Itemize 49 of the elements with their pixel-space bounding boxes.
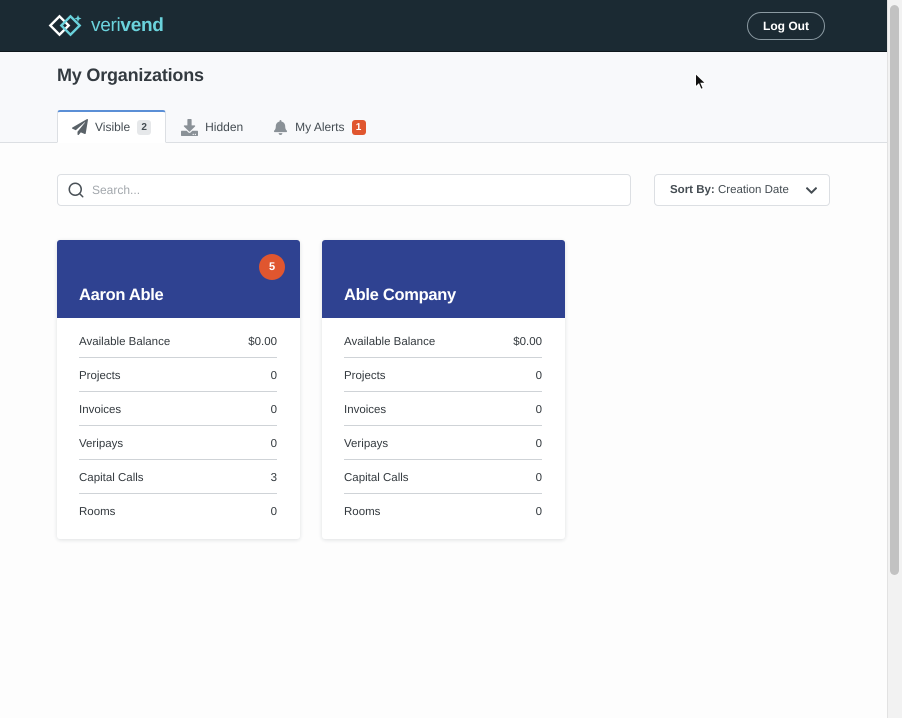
logout-button[interactable]: Log Out xyxy=(747,12,825,40)
organization-card[interactable]: Able Company Available Balance $0.00 Projects 0 Invoices 0 Veripays 0 Capital Calls 0 Rooms 0 xyxy=(322,240,565,539)
stat-value: 0 xyxy=(536,403,542,418)
stat-value: 0 xyxy=(536,437,542,452)
tab[interactable]: Hidden xyxy=(166,110,258,143)
stat-value: $0.00 xyxy=(248,335,277,350)
scrollbar-track[interactable] xyxy=(887,0,902,718)
stat-value: 0 xyxy=(536,505,542,520)
stat-value: 3 xyxy=(270,471,277,486)
tab-label: Visible xyxy=(95,120,130,134)
tab[interactable]: My Alerts 1 xyxy=(258,110,381,143)
search-field[interactable]: Search... xyxy=(57,174,631,206)
stat-label: Capital Calls xyxy=(344,471,409,486)
organization-card[interactable]: Aaron Able 5 Available Balance $0.00 Projects 0 Invoices 0 Veripays 0 Capital Calls 3 Rooms 0 xyxy=(57,240,300,539)
stat-label: Rooms xyxy=(344,505,380,520)
stat-label: Invoices xyxy=(344,403,386,418)
stat-label: Veripays xyxy=(344,437,388,452)
tab-label: My Alerts xyxy=(295,120,345,134)
mouse-pointer-icon xyxy=(695,73,706,90)
stat-value: 0 xyxy=(536,369,542,384)
stat-label: Invoices xyxy=(79,403,122,418)
search-icon xyxy=(67,181,85,199)
stat-label: Projects xyxy=(344,369,386,384)
stat-label: Veripays xyxy=(79,437,124,452)
count-badge: 2 xyxy=(137,120,152,134)
stat-label: Projects xyxy=(79,369,121,384)
alert-count-badge: 1 xyxy=(352,120,366,134)
tab[interactable]: Visible 2 xyxy=(57,110,166,143)
stat-value: 0 xyxy=(536,471,542,486)
stat-label: Available Balance xyxy=(344,335,436,350)
download-tray-icon xyxy=(181,118,198,136)
stat-value: 0 xyxy=(270,369,277,384)
stat-label: Available Balance xyxy=(79,335,170,350)
scrollbar-thumb[interactable] xyxy=(890,5,899,575)
organization-name: Able Company xyxy=(344,285,456,305)
organization-name: Aaron Able xyxy=(79,285,164,305)
page-title: My Organizations xyxy=(57,64,204,86)
alert-count-badge: 5 xyxy=(259,254,285,280)
stat-value: $0.00 xyxy=(513,335,542,350)
stat-value: 0 xyxy=(270,437,277,452)
bell-icon xyxy=(273,120,288,134)
stat-value: 0 xyxy=(270,403,277,418)
sort-dropdown[interactable]: Sort By: Creation Date xyxy=(654,174,830,206)
logo-wordmark: verivend xyxy=(91,14,164,36)
tab-label: Hidden xyxy=(205,120,244,134)
stat-label: Capital Calls xyxy=(79,471,144,486)
stat-value: 0 xyxy=(270,505,277,520)
paper-plane-icon xyxy=(72,119,88,135)
stat-label: Rooms xyxy=(79,505,116,520)
